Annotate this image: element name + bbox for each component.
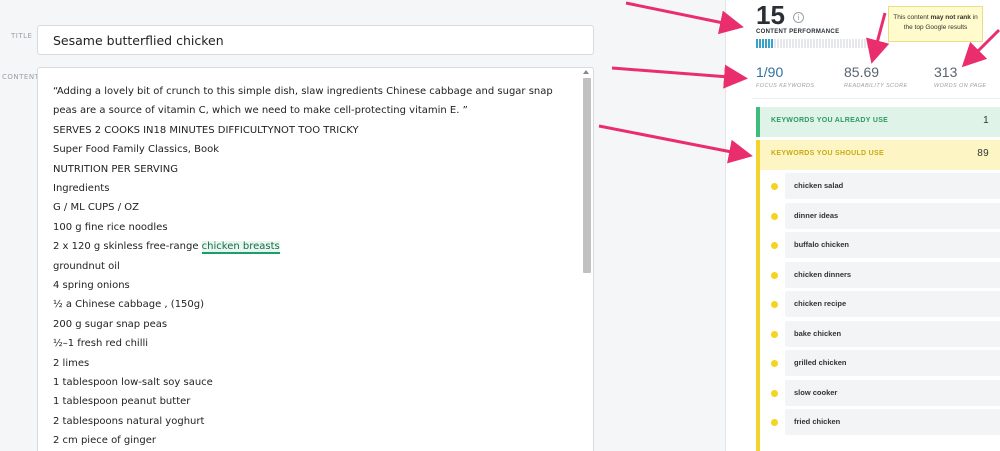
keyword-suggestion-item[interactable]: dinner ideas <box>760 202 1000 229</box>
metric-words-value: 313 <box>934 64 958 80</box>
status-dot-icon <box>771 360 778 367</box>
status-dot-icon <box>771 212 778 220</box>
content-line: 100 g fine rice noodles <box>53 221 168 233</box>
metric-words-label: WORDS ON PAGE <box>934 83 987 89</box>
content-performance-label: CONTENT PERFORMANCE <box>756 29 840 35</box>
content-lines-after: groundnut oil 4 spring onions ½ a Chinese … <box>53 257 573 451</box>
keyword-label: chicken dinners <box>785 261 1000 288</box>
app-root: TITLE Sesame butterflied chicken CONTENT… <box>0 0 1000 451</box>
keywords-should-use-label: KEYWORDS YOU SHOULD USE <box>771 150 884 157</box>
content-line: SERVES 2 COOKS IN18 MINUTES DIFFICULTYNO… <box>53 124 359 136</box>
keyword-label: buffalo chicken <box>785 232 1000 258</box>
content-body: “Adding a lovely bit of crunch to this s… <box>53 82 573 450</box>
scroll-up-arrow-icon[interactable] <box>583 70 589 74</box>
content-line: 2 cm piece of ginger <box>53 435 156 447</box>
content-line: ½ a Chinese cabbage , (150g) <box>53 299 205 311</box>
performance-bar-fill <box>756 39 774 48</box>
keyword-label: chicken salad <box>785 173 1000 199</box>
editor-area: TITLE Sesame butterflied chicken CONTENT… <box>0 0 725 451</box>
status-dot-icon <box>771 183 778 190</box>
content-line: Super Food Family Classics, Book <box>53 144 220 156</box>
content-line-highlighted: 2 x 120 g skinless free-range chicken br… <box>53 237 573 256</box>
keyword-label: grilled chicken <box>785 350 1000 376</box>
keyword-label: bake chicken <box>785 320 1000 347</box>
keyword-suggestion-item[interactable]: chicken salad <box>760 173 1000 199</box>
metric-words: 313 WORDS ON PAGE <box>934 64 986 89</box>
content-line: G / ML CUPS / OZ <box>53 202 139 214</box>
keywords-should-use-count: 89 <box>977 148 989 159</box>
keywords-should-use-header[interactable]: KEYWORDS YOU SHOULD USE 89 <box>756 140 1000 170</box>
metric-readability: 85.69 READABILITY SCORE <box>844 64 908 89</box>
content-line: 200 g sugar snap peas <box>53 318 168 330</box>
content-line: ½–1 fresh red chilli <box>53 338 149 350</box>
content-label: CONTENT <box>2 73 40 81</box>
metric-readability-label: READABILITY SCORE <box>844 83 908 89</box>
highlight-prefix: 2 x 120 g skinless free-range <box>53 241 202 253</box>
keyword-highlight[interactable]: chicken breasts <box>201 241 280 255</box>
info-icon[interactable]: i <box>793 12 804 23</box>
keywords-already-used-count: 1 <box>983 115 989 126</box>
title-input[interactable]: Sesame butterflied chicken <box>37 25 594 55</box>
content-editor[interactable]: “Adding a lovely bit of crunch to this s… <box>37 67 594 451</box>
ranking-tooltip: This content may not rank in the top Goo… <box>888 6 983 42</box>
content-line: 4 spring onions <box>53 279 130 291</box>
keyword-suggestion-item[interactable]: slow cooker <box>760 379 1000 406</box>
metric-readability-value: 85.69 <box>844 64 880 80</box>
content-intro: “Adding a lovely bit of crunch to this s… <box>53 86 553 117</box>
keyword-suggestion-item[interactable]: buffalo chicken <box>760 232 1000 258</box>
content-line: groundnut oil <box>53 260 120 272</box>
keyword-label: chicken recipe <box>785 291 1000 317</box>
keyword-suggestion-item[interactable]: fried chicken <box>760 409 1000 435</box>
status-dot-icon <box>771 242 778 249</box>
metric-focus-keywords: 1/90 FOCUS KEYWORDS <box>756 64 814 89</box>
metric-focus-keywords-label: FOCUS KEYWORDS <box>756 83 815 89</box>
tooltip-text-bold: may not rank <box>930 14 971 21</box>
content-line: 1 tablespoon low-salt soy sauce <box>53 376 213 388</box>
content-line: 2 tablespoons natural yoghurt <box>53 415 205 427</box>
keyword-label: slow cooker <box>785 379 1000 406</box>
status-dot-icon <box>771 330 778 338</box>
status-dot-icon <box>771 271 778 279</box>
scrollbar-thumb[interactable] <box>583 78 591 273</box>
metric-focus-keywords-value: 1/90 <box>756 64 784 80</box>
content-line: 1 tablespoon peanut butter <box>53 396 191 408</box>
keyword-suggestion-item[interactable]: bake chicken <box>760 320 1000 347</box>
performance-bar <box>756 39 871 48</box>
content-lines-before: SERVES 2 COOKS IN18 MINUTES DIFFICULTYNO… <box>53 121 573 237</box>
keyword-suggestion-list: chicken salad dinner ideas buffalo chicken… <box>760 173 1000 439</box>
keyword-label: fried chicken <box>785 409 1000 435</box>
content-line: NUTRITION PER SERVING <box>53 163 178 175</box>
content-analysis-panel: 15 i CONTENT PERFORMANCE This content ma… <box>725 0 1000 451</box>
content-line: 2 limes <box>53 357 90 369</box>
keyword-label: dinner ideas <box>785 202 1000 229</box>
keyword-suggestion-item[interactable]: chicken recipe <box>760 291 1000 317</box>
status-dot-icon <box>771 301 778 308</box>
keywords-already-used-label: KEYWORDS YOU ALREADY USE <box>771 117 889 124</box>
content-score: 15 <box>756 0 785 30</box>
tooltip-text-pre: This content <box>893 14 931 21</box>
status-dot-icon <box>771 389 778 397</box>
keywords-already-used-header[interactable]: KEYWORDS YOU ALREADY USE 1 <box>756 107 1000 137</box>
keyword-suggestion-item[interactable]: grilled chicken <box>760 350 1000 376</box>
content-line: Ingredients <box>53 182 110 194</box>
divider <box>752 98 1000 99</box>
keyword-suggestion-item[interactable]: chicken dinners <box>760 261 1000 288</box>
title-label: TITLE <box>11 32 33 40</box>
status-dot-icon <box>771 419 778 426</box>
